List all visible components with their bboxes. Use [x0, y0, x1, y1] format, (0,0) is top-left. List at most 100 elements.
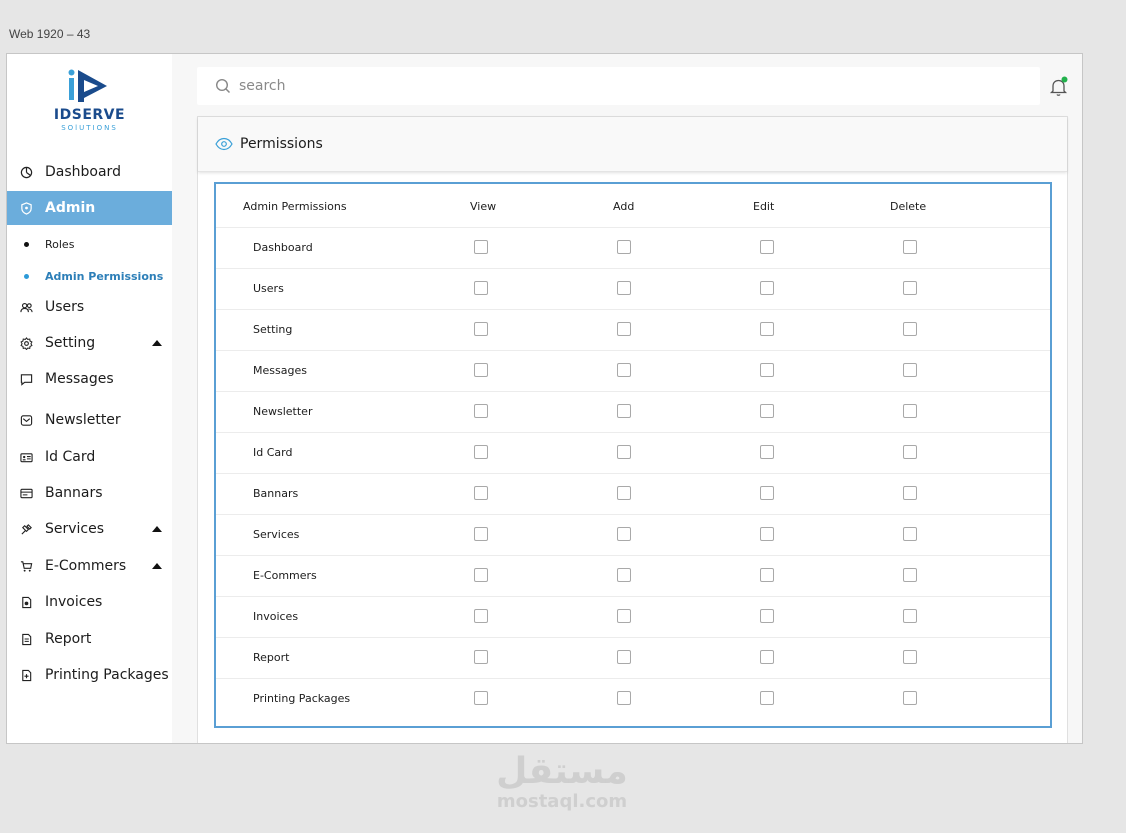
edit-checkbox[interactable] [760, 486, 774, 500]
sidebar-item-admin[interactable]: Admin [7, 191, 172, 225]
search-icon [215, 78, 231, 94]
sidebar-item-newsletter[interactable]: Newsletter [7, 403, 172, 437]
view-checkbox[interactable] [474, 240, 488, 254]
edit-checkbox[interactable] [760, 240, 774, 254]
delete-checkbox[interactable] [903, 281, 917, 295]
sidebar-item-printing-packages[interactable]: Printing Packages [7, 658, 172, 692]
sidebar-item-label: Admin [45, 200, 96, 216]
delete-checkbox[interactable] [903, 404, 917, 418]
add-checkbox[interactable] [617, 650, 631, 664]
brand-tagline: SOlUTIONS [61, 124, 118, 132]
row-label: Messages [253, 364, 307, 377]
sidebar-item-id-card[interactable]: Id Card [7, 440, 172, 474]
idserve-logo-icon [68, 69, 107, 102]
delete-checkbox[interactable] [903, 527, 917, 541]
view-checkbox[interactable] [474, 404, 488, 418]
sidebar-item-bannars[interactable]: Bannars [7, 476, 172, 510]
add-checkbox[interactable] [617, 363, 631, 377]
add-checkbox[interactable] [617, 404, 631, 418]
caret-up-icon[interactable] [152, 526, 162, 532]
view-checkbox[interactable] [474, 486, 488, 500]
edit-checkbox[interactable] [760, 445, 774, 459]
caret-up-icon[interactable] [152, 563, 162, 569]
gear-icon [7, 336, 45, 350]
table-row: Services [216, 515, 1050, 556]
delete-checkbox[interactable] [903, 363, 917, 377]
table-row: Printing Packages [216, 679, 1050, 720]
edit-checkbox[interactable] [760, 609, 774, 623]
edit-checkbox[interactable] [760, 363, 774, 377]
delete-checkbox[interactable] [903, 240, 917, 254]
edit-checkbox[interactable] [760, 404, 774, 418]
row-label: Services [253, 528, 300, 541]
sidebar-item-setting[interactable]: Setting [7, 326, 172, 360]
sidebar-item-dashboard[interactable]: Dashboard [7, 155, 172, 189]
add-checkbox[interactable] [617, 445, 631, 459]
search-input[interactable] [239, 78, 939, 94]
add-checkbox[interactable] [617, 240, 631, 254]
caret-up-icon[interactable] [152, 340, 162, 346]
row-label: E-Commers [253, 569, 317, 582]
delete-checkbox[interactable] [903, 691, 917, 705]
sidebar-subitem-roles[interactable]: Roles [7, 232, 172, 256]
delete-checkbox[interactable] [903, 445, 917, 459]
view-checkbox[interactable] [474, 568, 488, 582]
sidebar-item-messages[interactable]: Messages [7, 362, 172, 396]
sidebar-subitem-admin-permissions[interactable]: Admin Permissions [7, 264, 172, 288]
sidebar-item-label: Id Card [45, 449, 96, 465]
id-card-icon [7, 451, 45, 464]
notification-bell[interactable] [1048, 76, 1070, 98]
sidebar-item-invoices[interactable]: Invoices [7, 585, 172, 619]
add-checkbox[interactable] [617, 486, 631, 500]
view-checkbox[interactable] [474, 322, 488, 336]
column-header-view: View [470, 200, 497, 213]
delete-checkbox[interactable] [903, 322, 917, 336]
row-label: Invoices [253, 610, 299, 623]
table-row: Newsletter [216, 392, 1050, 433]
delete-checkbox[interactable] [903, 609, 917, 623]
delete-checkbox[interactable] [903, 486, 917, 500]
view-checkbox[interactable] [474, 363, 488, 377]
add-checkbox[interactable] [617, 568, 631, 582]
add-checkbox[interactable] [617, 527, 631, 541]
view-checkbox[interactable] [474, 527, 488, 541]
watermark: مستقل mostaql.com [491, 752, 633, 812]
delete-checkbox[interactable] [903, 568, 917, 582]
table-row: Id Card [216, 433, 1050, 474]
permissions-card: Permissions Admin Permissions View Add E… [197, 116, 1068, 743]
sidebar-item-label: Users [45, 299, 85, 315]
edit-checkbox[interactable] [760, 281, 774, 295]
admin-shield-icon [7, 201, 45, 215]
delete-checkbox[interactable] [903, 650, 917, 664]
row-label: Users [253, 282, 284, 295]
edit-checkbox[interactable] [760, 568, 774, 582]
sidebar-item-report[interactable]: Report [7, 622, 172, 656]
add-checkbox[interactable] [617, 609, 631, 623]
edit-checkbox[interactable] [760, 650, 774, 664]
view-checkbox[interactable] [474, 650, 488, 664]
column-header-delete: Delete [890, 200, 927, 213]
sidebar-item-e-commers[interactable]: E-Commers [7, 549, 172, 583]
add-checkbox[interactable] [617, 281, 631, 295]
sidebar-item-label: Invoices [45, 594, 103, 610]
sidebar-item-users[interactable]: Users [7, 290, 172, 324]
view-checkbox[interactable] [474, 691, 488, 705]
edit-checkbox[interactable] [760, 322, 774, 336]
add-checkbox[interactable] [617, 322, 631, 336]
table-row: Report [216, 638, 1050, 679]
watermark-latin: mostaql.com [496, 791, 628, 812]
table-row: Invoices [216, 597, 1050, 638]
bullet-icon [24, 273, 29, 279]
view-checkbox[interactable] [474, 281, 488, 295]
view-checkbox[interactable] [474, 609, 488, 623]
edit-checkbox[interactable] [760, 527, 774, 541]
dashboard-icon [7, 166, 45, 179]
eye-icon [215, 137, 233, 151]
add-checkbox[interactable] [617, 691, 631, 705]
column-header-admin-permissions: Admin Permissions [243, 200, 347, 213]
edit-checkbox[interactable] [760, 691, 774, 705]
sidebar-item-services[interactable]: Services [7, 512, 172, 546]
view-checkbox[interactable] [474, 445, 488, 459]
banner-icon [7, 487, 45, 500]
row-label: Report [253, 651, 290, 664]
